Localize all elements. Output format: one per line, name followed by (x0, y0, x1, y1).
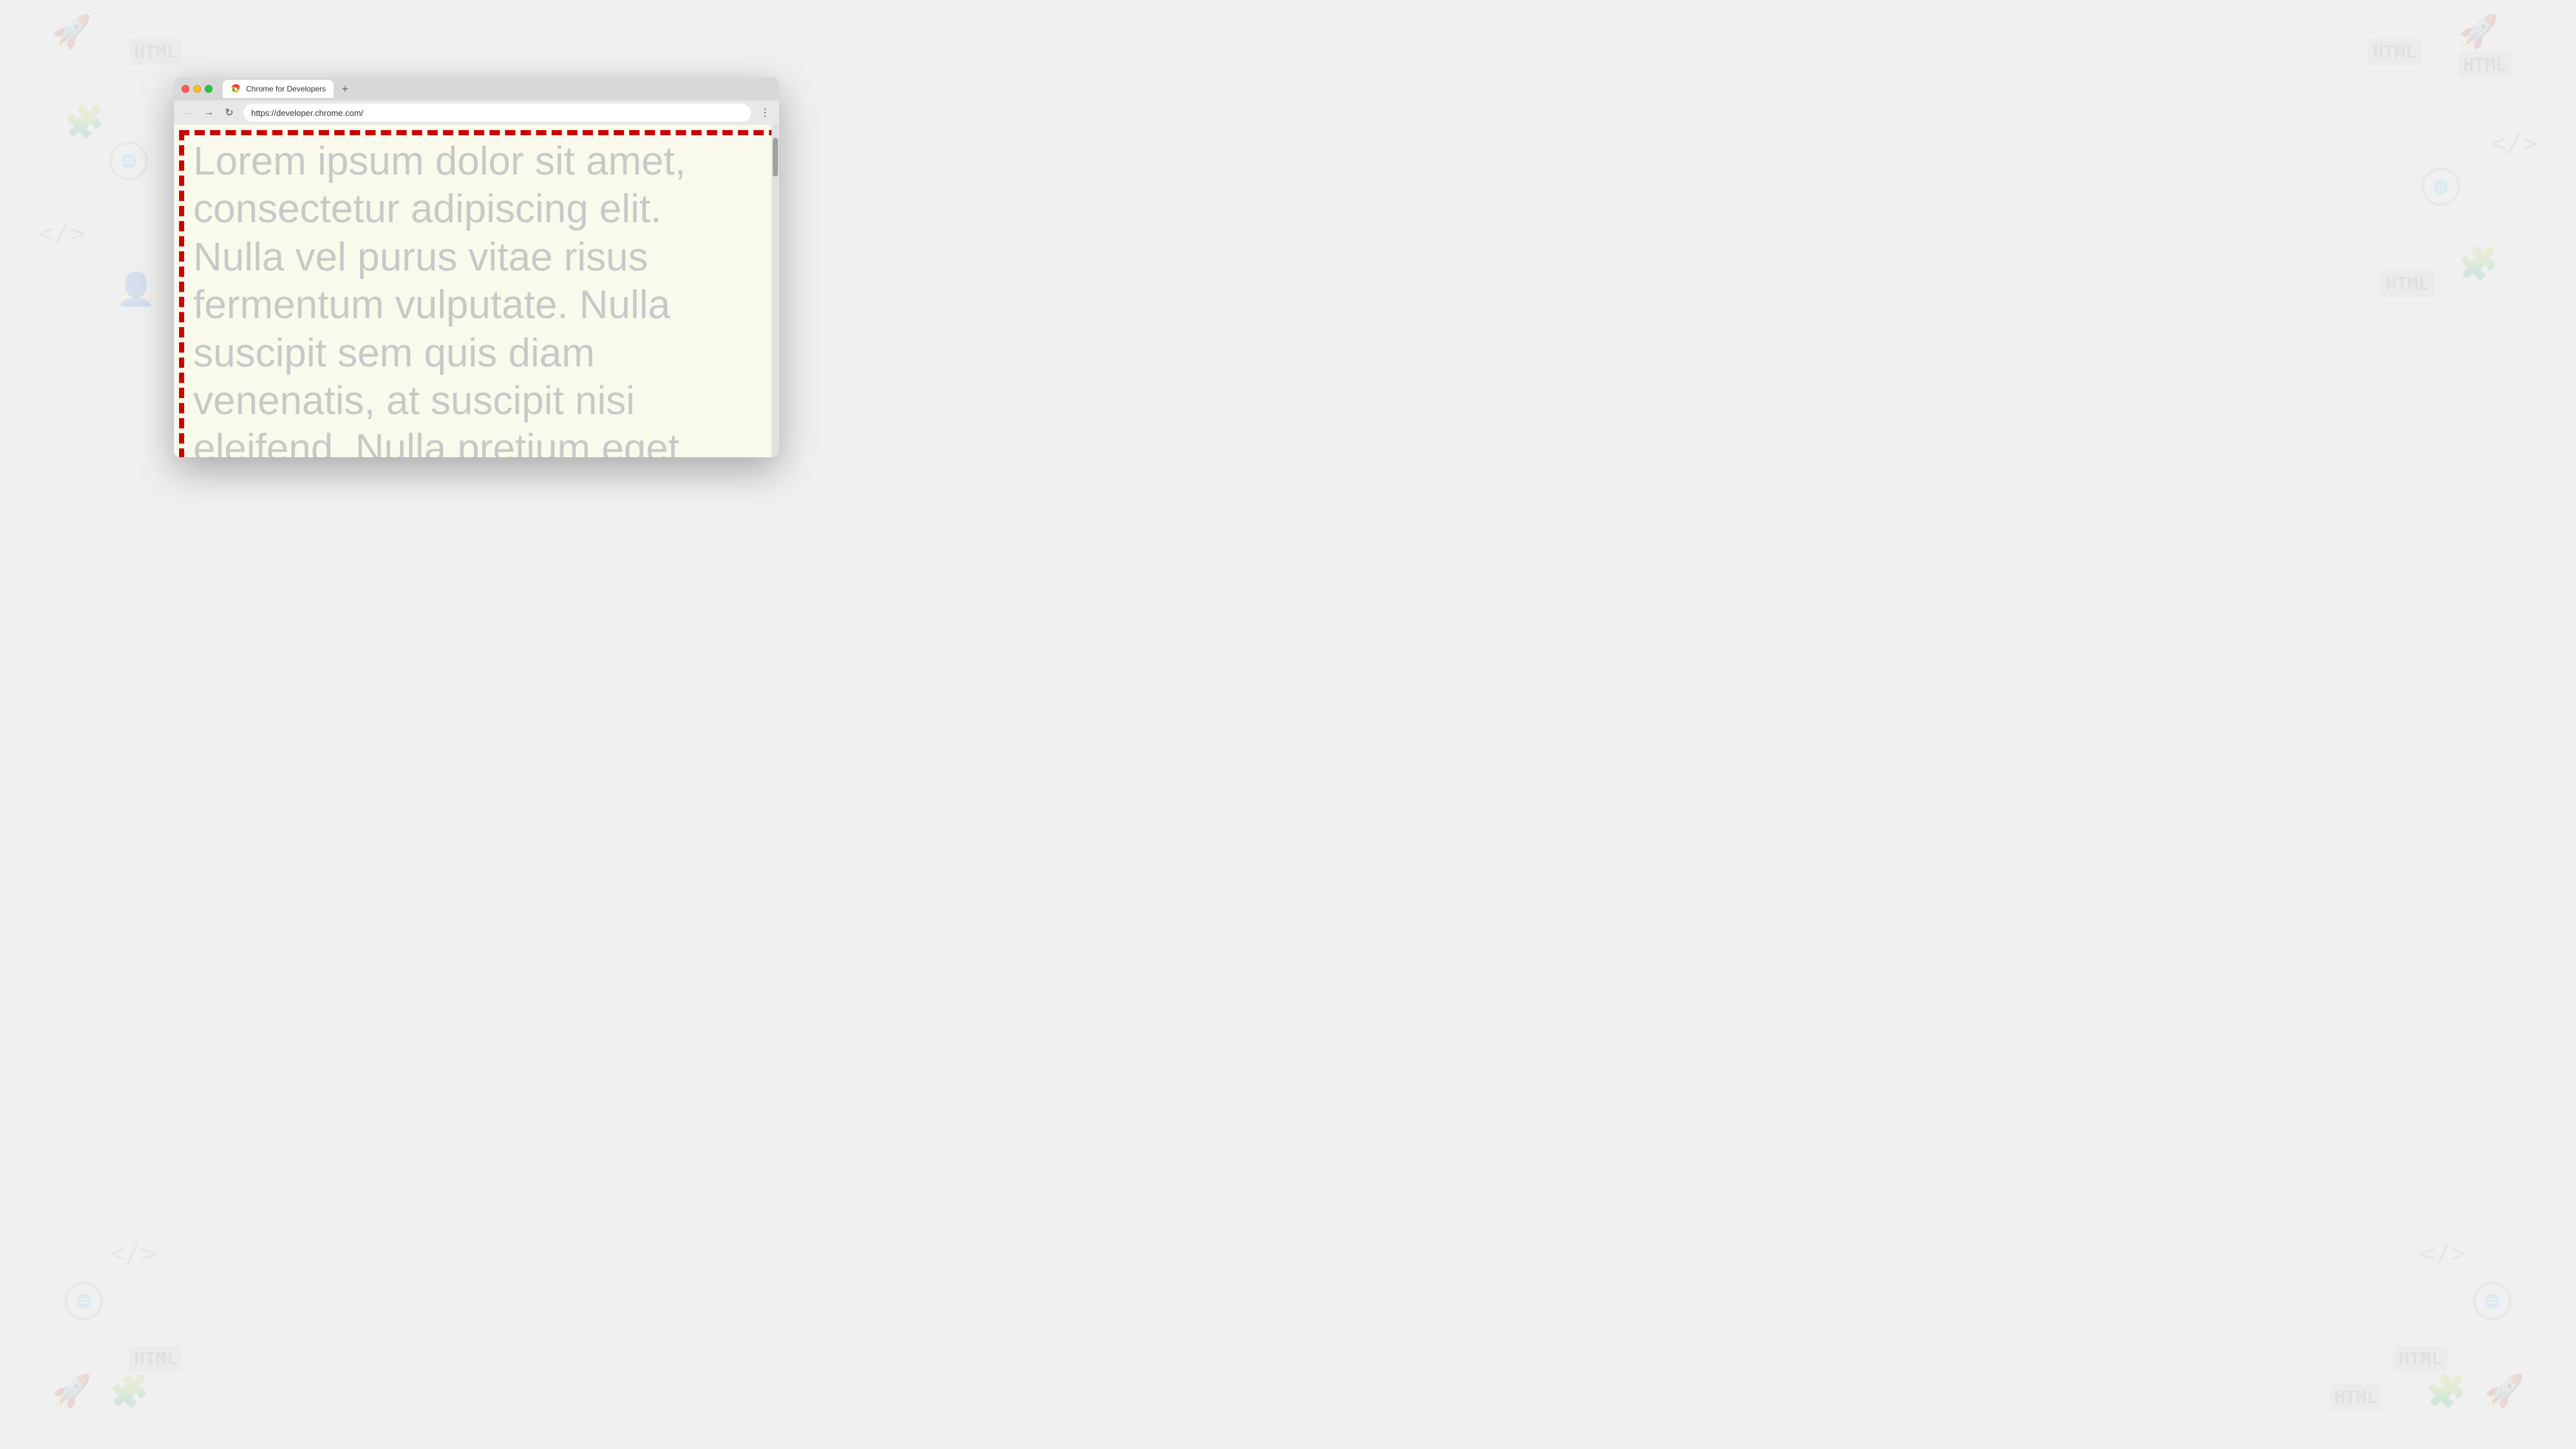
rocket-icon-1: 🚀 (52, 13, 91, 51)
puzzle-icon-2: 🧩 (2459, 245, 2499, 283)
active-tab[interactable]: Chrome for Developers (223, 80, 334, 98)
browser-window: Chrome for Developers + ← → ↻ https://de… (174, 77, 779, 457)
tab-area: Chrome for Developers + (223, 77, 772, 100)
rocket-icon-4: 🚀 (2485, 1372, 2524, 1410)
code-icon-4: </> (2420, 1239, 2467, 1269)
title-bar: Chrome for Developers + (174, 77, 779, 100)
html-badge-2: HTML (2368, 39, 2421, 65)
html-badge-1: HTML (129, 39, 182, 65)
maximize-button[interactable] (205, 85, 213, 93)
address-text: https://developer.chrome.com/ (251, 108, 743, 118)
circle-icon-4: 🌐 (2473, 1282, 2512, 1320)
code-icon-2: </> (2491, 129, 2537, 158)
rocket-icon-3: 🚀 (52, 1372, 91, 1410)
chrome-favicon (231, 84, 241, 94)
puzzle-icon-3: 🧩 (109, 1372, 149, 1410)
close-button[interactable] (182, 85, 189, 93)
html-badge-7: HTML (2329, 1384, 2383, 1410)
puzzle-icon-4: 🧩 (2427, 1372, 2467, 1410)
html-badge-5: HTML (129, 1345, 182, 1372)
html-badge-4: HTML (2381, 270, 2434, 297)
code-icon-3: </> (109, 1239, 156, 1269)
code-icon-1: </> (39, 219, 85, 249)
minimize-button[interactable] (193, 85, 201, 93)
menu-button[interactable]: ⋮ (756, 104, 774, 122)
back-button[interactable]: ← (179, 104, 197, 122)
circle-icon-3: 🌐 (64, 1282, 103, 1320)
forward-button[interactable]: → (200, 104, 218, 122)
html-badge-3: HTML (2458, 52, 2512, 78)
new-tab-button[interactable]: + (336, 80, 354, 98)
tab-title: Chrome for Developers (246, 84, 326, 93)
rocket-icon-2: 🚀 (2459, 13, 2499, 51)
refresh-button[interactable]: ↻ (220, 104, 238, 122)
address-bar[interactable]: https://developer.chrome.com/ (243, 104, 751, 122)
circle-icon-1: 🌐 (109, 142, 148, 180)
scrollbar-thumb[interactable] (773, 138, 778, 176)
scrollbar[interactable] (772, 125, 779, 457)
circle-icon-2: 🌐 (2421, 167, 2460, 206)
puzzle-icon-1: 🧩 (64, 103, 104, 141)
webpage-content: Lorem ipsum dolor sit amet, consectetur … (174, 125, 779, 457)
traffic-lights (182, 85, 213, 93)
person-icon-1: 👤 (116, 270, 156, 308)
nav-bar: ← → ↻ https://developer.chrome.com/ ⋮ (174, 100, 779, 125)
html-badge-6: HTML (2394, 1345, 2447, 1372)
lorem-ipsum-text: Lorem ipsum dolor sit amet, consectetur … (174, 125, 779, 457)
